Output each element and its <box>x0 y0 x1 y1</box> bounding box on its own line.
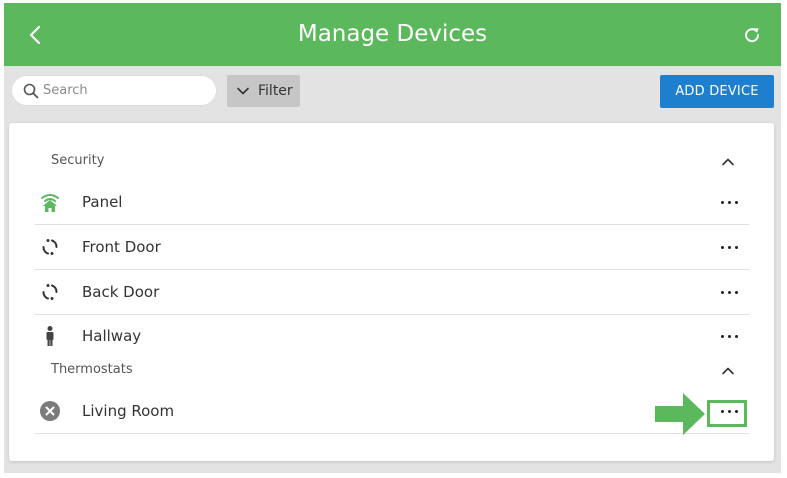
device-label: Living Room <box>82 402 175 420</box>
more-options-button[interactable] <box>711 324 747 348</box>
header-bar: Manage Devices <box>4 3 781 66</box>
chevron-up-icon[interactable] <box>721 155 735 169</box>
more-horizontal-icon <box>720 409 738 413</box>
page-title: Manage Devices <box>297 21 488 47</box>
door-sensor-icon <box>39 236 61 258</box>
device-row-panel[interactable]: Panel <box>35 180 749 225</box>
door-sensor-icon <box>39 281 61 303</box>
section-header-security[interactable]: Security <box>9 149 774 175</box>
offline-x-icon <box>39 400 61 422</box>
more-options-button[interactable] <box>711 280 747 304</box>
device-label: Front Door <box>82 238 161 256</box>
search-icon <box>23 83 39 99</box>
more-horizontal-icon <box>720 334 738 338</box>
more-horizontal-icon <box>720 200 738 204</box>
device-row-living-room[interactable]: Living Room <box>35 389 749 434</box>
device-label: Hallway <box>82 327 142 345</box>
refresh-icon <box>745 28 760 43</box>
more-options-button[interactable] <box>711 399 747 423</box>
section-header-thermostats[interactable]: Thermostats <box>9 358 774 384</box>
section-label: Security <box>51 153 105 168</box>
more-options-button[interactable] <box>711 235 747 259</box>
filter-button[interactable]: Filter <box>227 75 300 107</box>
section-label: Thermostats <box>51 362 133 377</box>
toolbar: Filter ADD DEVICE <box>4 66 781 115</box>
refresh-button[interactable] <box>737 20 767 50</box>
app-window: Manage Devices Filter ADD DEVICE <box>4 3 781 473</box>
more-options-button[interactable] <box>711 190 747 214</box>
motion-sensor-icon <box>39 325 61 347</box>
add-device-button[interactable]: ADD DEVICE <box>660 75 774 108</box>
panel-home-icon <box>39 191 61 213</box>
search-input[interactable] <box>43 75 208 106</box>
device-list-card: Security Panel Front Door Back Door Hall… <box>9 123 774 461</box>
more-horizontal-icon <box>720 290 738 294</box>
device-label: Back Door <box>82 283 160 301</box>
device-row-hallway[interactable]: Hallway <box>35 314 749 358</box>
more-horizontal-icon <box>720 245 738 249</box>
device-row-back-door[interactable]: Back Door <box>35 270 749 315</box>
device-label: Panel <box>82 193 123 211</box>
search-box[interactable] <box>11 75 217 106</box>
device-row-front-door[interactable]: Front Door <box>35 225 749 270</box>
filter-label: Filter <box>258 83 293 99</box>
chevron-down-icon <box>237 87 249 95</box>
chevron-up-icon[interactable] <box>721 364 735 378</box>
